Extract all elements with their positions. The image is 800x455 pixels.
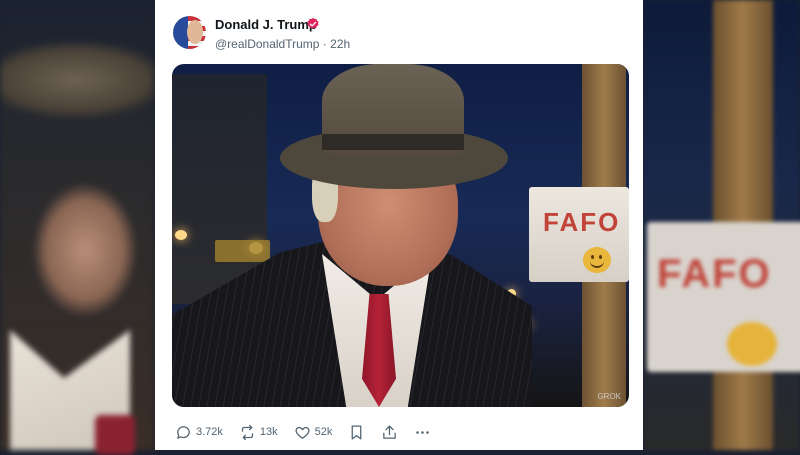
post-time[interactable]: 22h — [330, 37, 350, 51]
blurred-background-right: FAFO — [643, 0, 800, 450]
handle-row: @realDonaldTrump · 22h — [215, 37, 350, 51]
like-button[interactable]: 52k — [294, 424, 333, 441]
bookmark-icon — [352, 424, 362, 440]
blurred-smiley — [727, 322, 777, 366]
share-button[interactable] — [381, 424, 398, 441]
post-image[interactable]: FAFO GROK — [172, 64, 629, 407]
share-icon — [383, 424, 397, 439]
author-handle[interactable]: @realDonaldTrump — [215, 37, 319, 51]
avatar[interactable] — [173, 16, 206, 49]
like-count: 52k — [314, 426, 333, 438]
more-button[interactable] — [414, 424, 431, 441]
verified-icon — [307, 17, 319, 29]
fedora-band — [322, 134, 464, 150]
bookmark-button[interactable] — [348, 424, 365, 441]
street-lamp — [175, 230, 187, 240]
grok-watermark: GROK — [597, 392, 621, 401]
repost-icon — [241, 424, 254, 440]
more-icon — [416, 430, 430, 434]
like-icon — [295, 426, 310, 439]
blurred-background-left — [0, 0, 155, 455]
blurred-sign: FAFO — [647, 222, 800, 372]
author-name[interactable]: Donald J. Trump — [215, 17, 317, 32]
fafo-sign: FAFO — [529, 187, 629, 282]
reply-icon — [177, 425, 190, 439]
smiley-face — [583, 247, 611, 273]
repost-button[interactable]: 13k — [239, 424, 278, 441]
post-card: Donald J. Trump @realDonaldTrump · 22h F… — [155, 0, 643, 450]
lit-sign-board — [215, 240, 270, 262]
fafo-sign-text: FAFO — [543, 207, 621, 237]
reply-button[interactable]: 3.72k — [175, 424, 223, 441]
action-bar: 3.72k 13k 52k — [175, 421, 447, 443]
separator-dot: · — [322, 37, 327, 51]
repost-count: 13k — [259, 426, 278, 438]
reply-count: 3.72k — [196, 426, 223, 438]
avatar-face — [187, 20, 203, 44]
blurred-sign-text: FAFO — [657, 252, 772, 296]
blurred-tie — [95, 415, 135, 455]
